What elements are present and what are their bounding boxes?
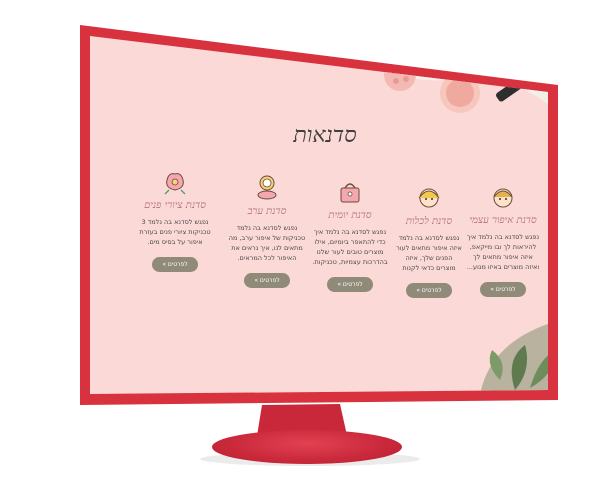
leaves-decoration	[480, 320, 548, 394]
workshop-card: סדנת ערב נפגש לסדנא בה נלמד טכניקות של אי…	[222, 172, 312, 288]
card-title: סדנת ציורי פנים	[144, 200, 206, 211]
card-title: סדנת יומית	[328, 210, 372, 221]
monitor-stand-base	[212, 430, 402, 464]
card-description: נפגש לסדנא בה נלמד איך כדי להתאפר ביומיום…	[312, 228, 388, 266]
card-title: סדנת איפור עצמי	[469, 215, 537, 226]
workshop-card: סדנת לכלות נפגש לסדנא בה נלמד איזה איפור …	[388, 182, 470, 298]
page-title: סדנאות	[293, 123, 357, 148]
details-button[interactable]: לפרטים »	[244, 273, 290, 288]
woman-face-icon	[493, 188, 513, 208]
workshop-card: סדנת יומית נפגש לסדנא בה נלמד איך כדי להת…	[305, 178, 395, 292]
details-button[interactable]: לפרטים »	[327, 277, 373, 292]
handbag-icon	[340, 183, 360, 203]
details-button[interactable]: לפרטים »	[406, 283, 452, 298]
details-button[interactable]: לפרטים »	[152, 257, 198, 272]
card-description: נפגש לסדנא בה נלמד טכניקות של איפור ערב, …	[228, 224, 306, 262]
card-description: נפגש לסדנא בה נלמד איך להיראות לך ובו מיי…	[466, 233, 540, 271]
flower-icon	[164, 173, 186, 195]
bride-icon	[418, 188, 440, 208]
card-title: סדנת לכלות	[405, 216, 453, 227]
card-title: סדנת ערב	[247, 206, 287, 217]
details-button[interactable]: לפרטים »	[480, 282, 526, 297]
workshop-card: סדנת איפור עצמי נפגש לסדנא בה נלמד איך לה…	[462, 185, 544, 297]
card-description: נפגש לסדנא בה נלמד איזה איפור מתאים לעור …	[396, 234, 462, 272]
workshop-card: סדנת ציורי פנים נפגש לסדנא בה נלמד 3 טכני…	[132, 168, 218, 272]
card-description: נפגש לסדנא בה נלמד 3 טכניקות ציורי פנים ב…	[139, 218, 211, 246]
compact-mirror-icon	[257, 175, 277, 200]
